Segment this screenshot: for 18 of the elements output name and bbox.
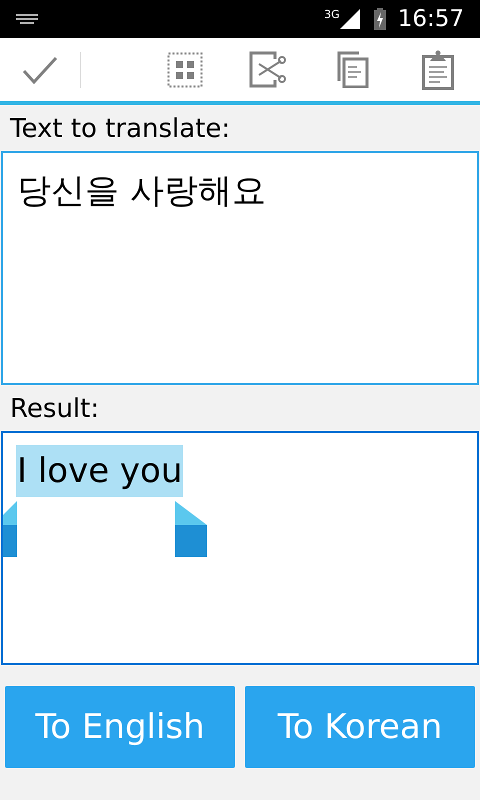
checkmark-icon (22, 54, 58, 84)
result-field[interactable]: I love you (1, 431, 479, 665)
clipboard-icon (422, 50, 454, 90)
battery-icon (374, 8, 386, 30)
field-label: Text to translate: (8, 113, 232, 146)
field-value: 당신을 사랑해요 (16, 170, 267, 213)
copy-icon (336, 51, 368, 88)
scissors-icon (248, 51, 286, 88)
field-label: Result: (9, 393, 100, 426)
field-value: I love you (16, 445, 184, 497)
input-field[interactable]: 당신을 사랑해요 (1, 151, 479, 385)
signal-icon (340, 9, 360, 29)
keyboard-icon (16, 14, 38, 24)
selection-handle-left (3, 501, 17, 559)
network-type: 3G (324, 7, 340, 23)
clock: 16:57 (398, 4, 464, 34)
select-all-icon (167, 52, 203, 88)
selection-handle-right (175, 501, 207, 559)
